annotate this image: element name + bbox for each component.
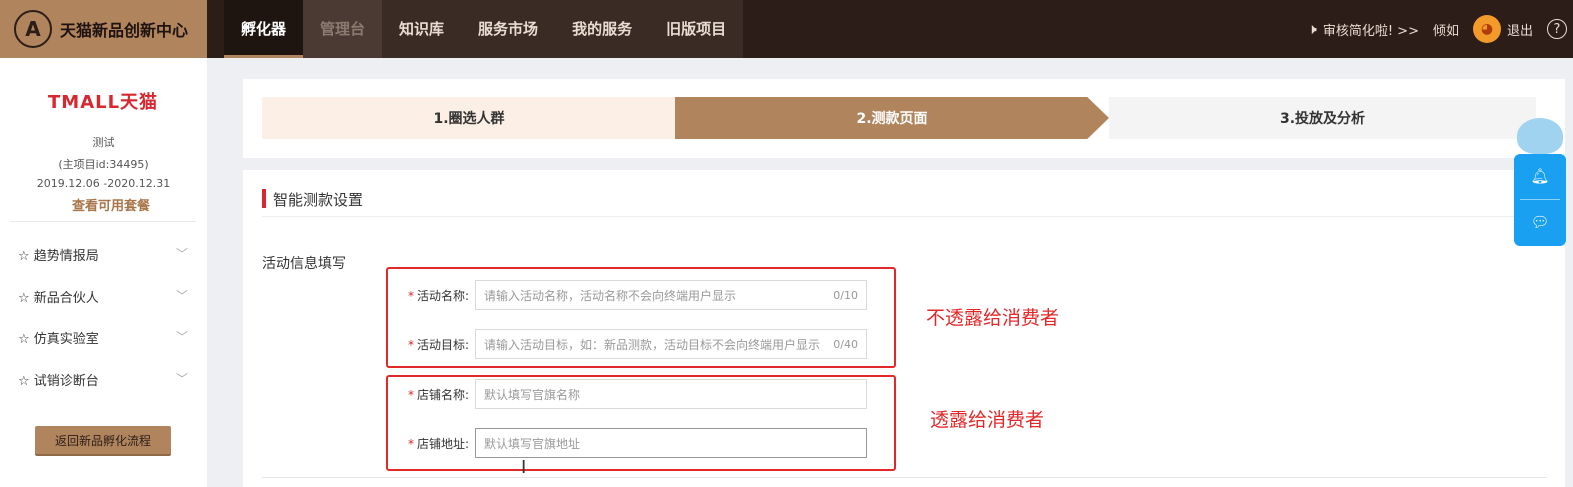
subsection-title: 活动信息填写	[262, 256, 346, 272]
speaker-icon: 🕨	[1307, 20, 1317, 38]
input-placeholder: 默认填写官旗地址	[484, 436, 581, 451]
input-placeholder: 默认填写官旗名称	[484, 387, 581, 402]
brand-title: 天猫新品创新中心	[60, 21, 189, 40]
avatar-icon: ◕	[1472, 15, 1501, 43]
sidebar: TMALL天猫 测试 (主项目id:34495) 2019.12.06 -202…	[0, 58, 207, 487]
nav-knowledge[interactable]: 知识库	[382, 0, 461, 58]
nav-incubator[interactable]: 孵化器	[224, 0, 304, 58]
step-test-page[interactable]: 2.测款页面	[675, 97, 1109, 139]
nav-console[interactable]: 管理台	[303, 0, 383, 58]
mascot-icon[interactable]	[1517, 118, 1563, 156]
activity-name-input[interactable]: 请输入活动名称，活动名称不会向终端用户显示 0/10	[475, 280, 867, 310]
sidebar-item-label: ☆ 试销诊断台	[18, 374, 99, 389]
sidebar-item-label: ☆ 新品合伙人	[18, 291, 99, 306]
view-package-link[interactable]: 查看可用套餐	[72, 195, 150, 214]
bottom-divider	[262, 477, 1547, 478]
chevron-down-icon: ﹀	[175, 289, 188, 303]
nav-group: 知识库 服务市场 我的服务 旧版项目	[382, 0, 744, 58]
section-marker	[262, 189, 266, 208]
step-launch-analysis[interactable]: 3.投放及分析	[1109, 97, 1536, 139]
toolbar-divider	[1520, 199, 1560, 200]
top-bar: A 天猫新品创新中心 孵化器 管理台 知识库 服务市场 我的服务 旧版项目 🕨 …	[0, 0, 1573, 58]
activity-goal-row: * 活动目标: 请输入活动目标，如：新品测款，活动目标不会向终端用户显示 0/40	[393, 329, 867, 359]
input-placeholder: 请输入活动名称，活动名称不会向终端用户显示	[484, 288, 737, 303]
project-name: 测试	[92, 136, 115, 149]
user-name[interactable]: 倾如	[1433, 20, 1459, 39]
field-label: * 活动目标:	[407, 337, 469, 352]
chevron-down-icon: ﹀	[175, 372, 188, 386]
project-id: (主项目id:34495)	[58, 158, 149, 171]
notice-text: 审核简化啦! >>	[1322, 23, 1419, 39]
back-to-flow-button[interactable]: 返回新品孵化流程	[35, 426, 171, 456]
text-cursor-icon: I	[521, 457, 527, 478]
project-date-range: 2019.12.06 -2020.12.31	[36, 177, 171, 190]
brand[interactable]: A 天猫新品创新中心	[0, 0, 207, 58]
section-divider	[262, 216, 1547, 217]
nav-service-market[interactable]: 服务市场	[461, 0, 555, 58]
bell-icon[interactable]: 🔔︎	[1530, 166, 1550, 186]
sidebar-item-lab[interactable]: ☆ 仿真实验室 ﹀	[18, 328, 188, 347]
chat-icon[interactable]: 💬︎	[1530, 212, 1550, 232]
help-icon[interactable]: ?	[1547, 19, 1567, 39]
shop-name-input[interactable]: 默认填写官旗名称	[475, 379, 867, 409]
top-right: 🕨 审核简化啦! >> 倾如 ◕ 退出 ?	[1307, 0, 1573, 58]
annotation-hidden-text: 不透露给消费者	[926, 307, 1060, 329]
char-count: 0/10	[833, 288, 858, 302]
chevron-down-icon: ﹀	[175, 247, 188, 261]
sidebar-item-partner[interactable]: ☆ 新品合伙人 ﹀	[18, 287, 188, 306]
brand-logo-icon: A	[14, 10, 52, 48]
input-placeholder: 请输入活动目标，如：新品测款，活动目标不会向终端用户显示	[484, 337, 821, 352]
nav-old-projects[interactable]: 旧版项目	[649, 0, 743, 58]
step-select-audience[interactable]: 1.圈选人群	[262, 97, 676, 139]
form-card: 智能测款设置 活动信息填写 * 活动名称: 请输入活动名称，活动名称不会向终端用户…	[243, 170, 1565, 487]
shop-address-row: * 店铺地址: 默认填写官旗地址	[393, 428, 867, 458]
sidebar-item-diagnosis[interactable]: ☆ 试销诊断台 ﹀	[18, 370, 188, 389]
sidebar-divider	[10, 221, 196, 222]
chevron-down-icon: ﹀	[175, 330, 188, 344]
logout-text: 退出	[1506, 23, 1533, 39]
char-count: 0/40	[833, 337, 858, 351]
annotation-shown-text: 透露给消费者	[930, 409, 1045, 431]
activity-goal-input[interactable]: 请输入活动目标，如：新品测款，活动目标不会向终端用户显示 0/40	[475, 329, 867, 359]
field-label: * 店铺名称:	[407, 387, 469, 402]
section-title: 智能测款设置	[273, 191, 364, 209]
field-label: * 活动名称:	[407, 288, 469, 303]
notice-link[interactable]: 🕨 审核简化啦! >>	[1307, 20, 1419, 39]
sidebar-item-label: ☆ 仿真实验室	[18, 332, 99, 347]
main-nav: 孵化器 管理台 知识库 服务市场 我的服务 旧版项目	[224, 0, 744, 58]
sidebar-item-trend[interactable]: ☆ 趋势情报局 ﹀	[18, 245, 188, 264]
shop-address-input[interactable]: 默认填写官旗地址	[475, 428, 867, 458]
field-label: * 店铺地址:	[407, 436, 469, 451]
shop-name-row: * 店铺名称: 默认填写官旗名称	[393, 379, 867, 409]
tmall-logo: TMALL天猫	[48, 92, 159, 113]
steps-card: 1.圈选人群 2.测款页面 3.投放及分析	[243, 79, 1565, 158]
activity-name-row: * 活动名称: 请输入活动名称，活动名称不会向终端用户显示 0/10	[393, 280, 867, 310]
floating-toolbar: 🔔︎ 💬︎	[1514, 154, 1566, 246]
logout-link[interactable]: ◕ 退出	[1472, 15, 1533, 43]
nav-my-services[interactable]: 我的服务	[555, 0, 649, 58]
sidebar-item-label: ☆ 趋势情报局	[18, 249, 99, 264]
